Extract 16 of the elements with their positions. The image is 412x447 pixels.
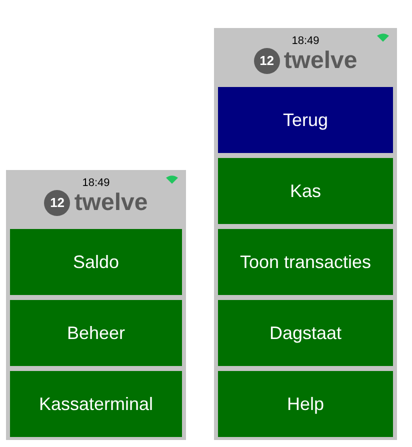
logo-text: twelve [74, 191, 148, 215]
menu-button[interactable]: Kassaterminal [10, 371, 182, 437]
menu-button[interactable]: Beheer [10, 300, 182, 366]
menu-button[interactable]: Saldo [10, 229, 182, 295]
wifi-icon [166, 175, 178, 184]
logo-mark: 12 [44, 190, 70, 216]
clock-time: 18:49 [292, 36, 320, 47]
menu-button[interactable]: Toon transacties [218, 229, 393, 295]
logo-text: twelve [284, 49, 358, 73]
menu-button[interactable]: Help [218, 371, 393, 437]
menu-button[interactable]: Kas [218, 158, 393, 224]
wifi-icon [377, 33, 389, 42]
menu-button[interactable]: Dagstaat [218, 300, 393, 366]
menu-button[interactable]: Terug [218, 87, 393, 153]
clock-time: 18:49 [82, 178, 110, 189]
logo-mark: 12 [254, 48, 280, 74]
